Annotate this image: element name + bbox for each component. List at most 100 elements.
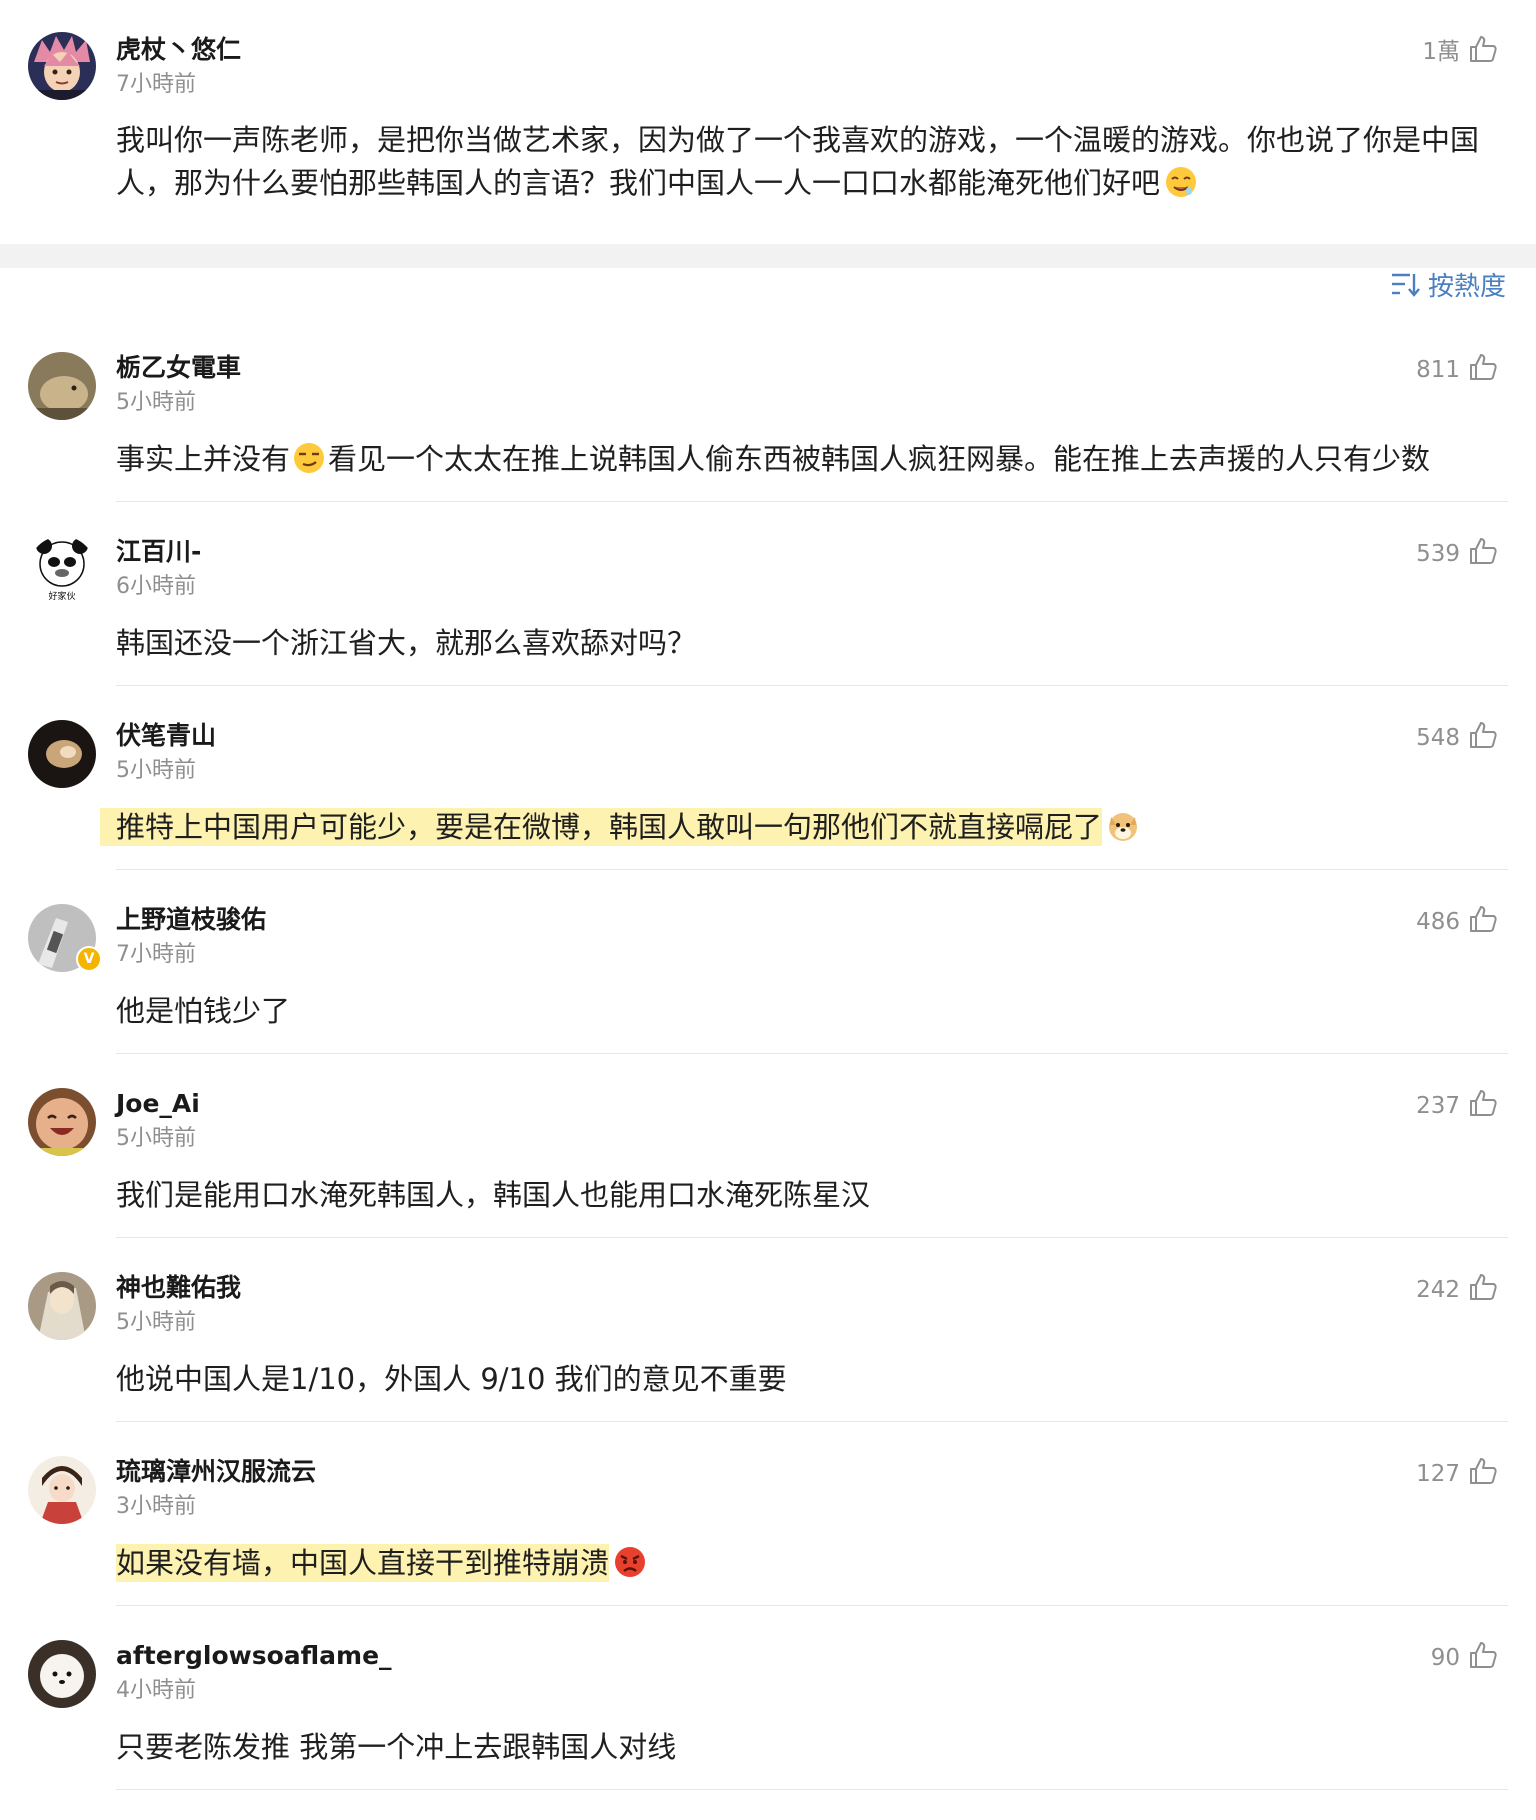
like-button[interactable]: 242 <box>1296 1272 1536 1308</box>
divider <box>116 1421 1508 1422</box>
timestamp: 5小時前 <box>116 1310 196 1335</box>
like-count: 237 <box>1416 1093 1460 1119</box>
like-button[interactable]: 548 <box>1296 720 1536 756</box>
thumbs-up-icon[interactable] <box>1468 904 1498 934</box>
comment-text: 如果没有墙，中国人直接干到推特崩溃 <box>116 1542 1506 1585</box>
author-name[interactable]: 上野道枝骏佑 <box>116 904 266 936</box>
panda-meme-avatar-icon: 好家伙 <box>28 536 96 604</box>
comment-text: 他说中国人是1/10，外国人 9/10 我们的意见不重要 <box>116 1362 787 1396</box>
thumbs-up-icon[interactable] <box>1468 1640 1498 1670</box>
comment-text: 他是怕钱少了 <box>116 994 291 1028</box>
comment-body-start: 事实上并没有 <box>116 442 291 476</box>
comment-text: 我叫你一声陈老师，是把你当做艺术家，因为做了一个我喜欢的游戏，一个温暖的游戏。你… <box>116 119 1496 205</box>
divider <box>116 501 1508 502</box>
like-count: 548 <box>1416 725 1460 751</box>
comment-text: 只要老陈发推 我第一个冲上去跟韩国人对线 <box>116 1730 677 1764</box>
list-item: 伏笔青山 5小時前 548 推特上中国用户可能少，要是在微博，韩国人敢叫一句那他… <box>0 720 1536 870</box>
sort-button[interactable]: 按熱度 <box>1390 266 1506 302</box>
anime-character-avatar-icon <box>28 1272 96 1340</box>
section-separator <box>0 244 1536 268</box>
list-item: 神也難佑我 5小時前 242 他说中国人是1/10，外国人 9/10 我们的意见… <box>0 1272 1536 1422</box>
comment-text: 韩国还没一个浙江省大，就那么喜欢舔对吗？ <box>116 626 697 660</box>
author-name[interactable]: 虎杖丶悠仁 <box>116 34 241 66</box>
avatar-caption: 好家伙 <box>48 590 75 602</box>
list-item: 好家伙 江百川- 6小時前 539 韩国还没一个浙江省大，就那么喜欢舔对吗？ <box>0 536 1536 686</box>
laughing-kid-avatar-icon <box>28 1088 96 1156</box>
divider <box>116 1053 1508 1054</box>
thumbs-up-icon[interactable] <box>1468 1272 1498 1302</box>
list-item: 琉璃漳州汉服流云 3小時前 127 如果没有墙，中国人直接干到推特崩溃 <box>0 1456 1536 1606</box>
like-count: 90 <box>1430 1645 1460 1671</box>
doge-emoji-icon <box>1109 813 1138 841</box>
thumbs-up-icon[interactable] <box>1468 536 1498 566</box>
comment-text: 事实上并没有 看见一个太太在推上说韩国人偷东西被韩国人疯狂网暴。能在推上去声援的… <box>116 438 1506 481</box>
like-count: 1萬 <box>1422 39 1460 65</box>
comment-text: 我们是能用口水淹死韩国人，韩国人也能用口水淹死陈星汉 <box>116 1178 871 1212</box>
timestamp: 3小時前 <box>116 1494 196 1519</box>
divider <box>116 685 1508 686</box>
angry-face-emoji-icon <box>615 1547 646 1577</box>
like-button[interactable]: 237 <box>1296 1088 1536 1124</box>
smirk-face-emoji-icon <box>294 443 325 473</box>
divider <box>116 869 1508 870</box>
like-button[interactable]: 539 <box>1296 536 1536 572</box>
list-item: V 上野道枝骏佑 7小時前 486 他是怕钱少了 <box>0 904 1536 1054</box>
thumbs-up-icon[interactable] <box>1468 1088 1498 1118</box>
timestamp: 7小時前 <box>116 72 196 97</box>
like-count: 811 <box>1416 357 1460 383</box>
like-count: 486 <box>1416 909 1460 935</box>
avatar[interactable] <box>28 352 96 420</box>
cat-photo-avatar-icon <box>28 720 96 788</box>
author-name[interactable]: 神也難佑我 <box>116 1272 241 1304</box>
comment-body: 我叫你一声陈老师，是把你当做艺术家，因为做了一个我喜欢的游戏，一个温暖的游戏。你… <box>116 123 1480 200</box>
like-button[interactable]: 486 <box>1296 904 1536 940</box>
sort-lines-icon <box>1391 273 1420 297</box>
thumbs-up-icon[interactable] <box>1468 1456 1498 1486</box>
highlighted-text: 推特上中国用户可能少，要是在微博，韩国人敢叫一句那他们不就直接嗝屁了 <box>100 808 1103 846</box>
hanfu-girl-avatar-icon <box>28 1456 96 1524</box>
like-count: 127 <box>1416 1461 1460 1487</box>
divider <box>116 1789 1508 1790</box>
highlighted-text: 如果没有墙，中国人直接干到推特崩溃 <box>116 1544 610 1582</box>
avatar[interactable]: 好家伙 <box>28 536 96 604</box>
like-count: 242 <box>1416 1277 1460 1303</box>
thumbs-up-icon[interactable] <box>1468 352 1498 382</box>
like-button[interactable]: 1萬 <box>1296 34 1536 70</box>
sort-label: 按熱度 <box>1427 271 1506 302</box>
comment-text: 推特上中国用户可能少，要是在微博，韩国人敢叫一句那他们不就直接嗝屁了 <box>100 806 1506 849</box>
list-item: 栃乙女電車 5小時前 811 事实上并没有 看见一个太太在推上说韩国人偷东西被韩… <box>0 352 1536 502</box>
like-button[interactable]: 127 <box>1296 1456 1536 1492</box>
author-name[interactable]: 琉璃漳州汉服流云 <box>116 1456 316 1488</box>
avatar[interactable] <box>28 1640 96 1708</box>
timestamp: 4小時前 <box>116 1678 196 1703</box>
avatar[interactable] <box>28 1088 96 1156</box>
pink-hair-anime-avatar-icon <box>28 32 96 100</box>
white-dog-avatar-icon <box>28 1640 96 1708</box>
avatar[interactable] <box>28 32 96 100</box>
comment-body-end: 看见一个太太在推上说韩国人偷东西被韩国人疯狂网暴。能在推上去声援的人只有少数 <box>328 442 1431 476</box>
list-item: afterglowsoaflame_ 4小時前 90 只要老陈发推 我第一个冲上… <box>0 1640 1536 1820</box>
timestamp: 5小時前 <box>116 1126 196 1151</box>
timestamp: 5小時前 <box>116 390 196 415</box>
top-comment: 虎杖丶悠仁 7小時前 1萬 我叫你一声陈老师，是把你当做艺术家，因为做了一个我喜… <box>0 0 1536 244</box>
list-item: Joe_Ai 5小時前 237 我们是能用口水淹死韩国人，韩国人也能用口水淹死陈… <box>0 1088 1536 1238</box>
thumbs-up-icon[interactable] <box>1468 34 1498 64</box>
author-name[interactable]: afterglowsoaflame_ <box>116 1640 392 1672</box>
author-name[interactable]: Joe_Ai <box>116 1088 200 1120</box>
avatar[interactable] <box>28 1272 96 1340</box>
timestamp: 6小時前 <box>116 574 196 599</box>
drooling-face-emoji-icon <box>1166 167 1197 197</box>
author-name[interactable]: 江百川- <box>116 536 201 568</box>
like-button[interactable]: 90 <box>1296 1640 1536 1676</box>
avatar[interactable] <box>28 1456 96 1524</box>
avatar[interactable] <box>28 720 96 788</box>
verified-badge: V <box>76 946 102 972</box>
like-button[interactable]: 811 <box>1296 352 1536 388</box>
hamster-photo-avatar-icon <box>28 352 96 420</box>
author-name[interactable]: 栃乙女電車 <box>116 352 241 384</box>
like-count: 539 <box>1416 541 1460 567</box>
divider <box>116 1605 1508 1606</box>
author-name[interactable]: 伏笔青山 <box>116 720 216 752</box>
thumbs-up-icon[interactable] <box>1468 720 1498 750</box>
timestamp: 7小時前 <box>116 942 196 967</box>
